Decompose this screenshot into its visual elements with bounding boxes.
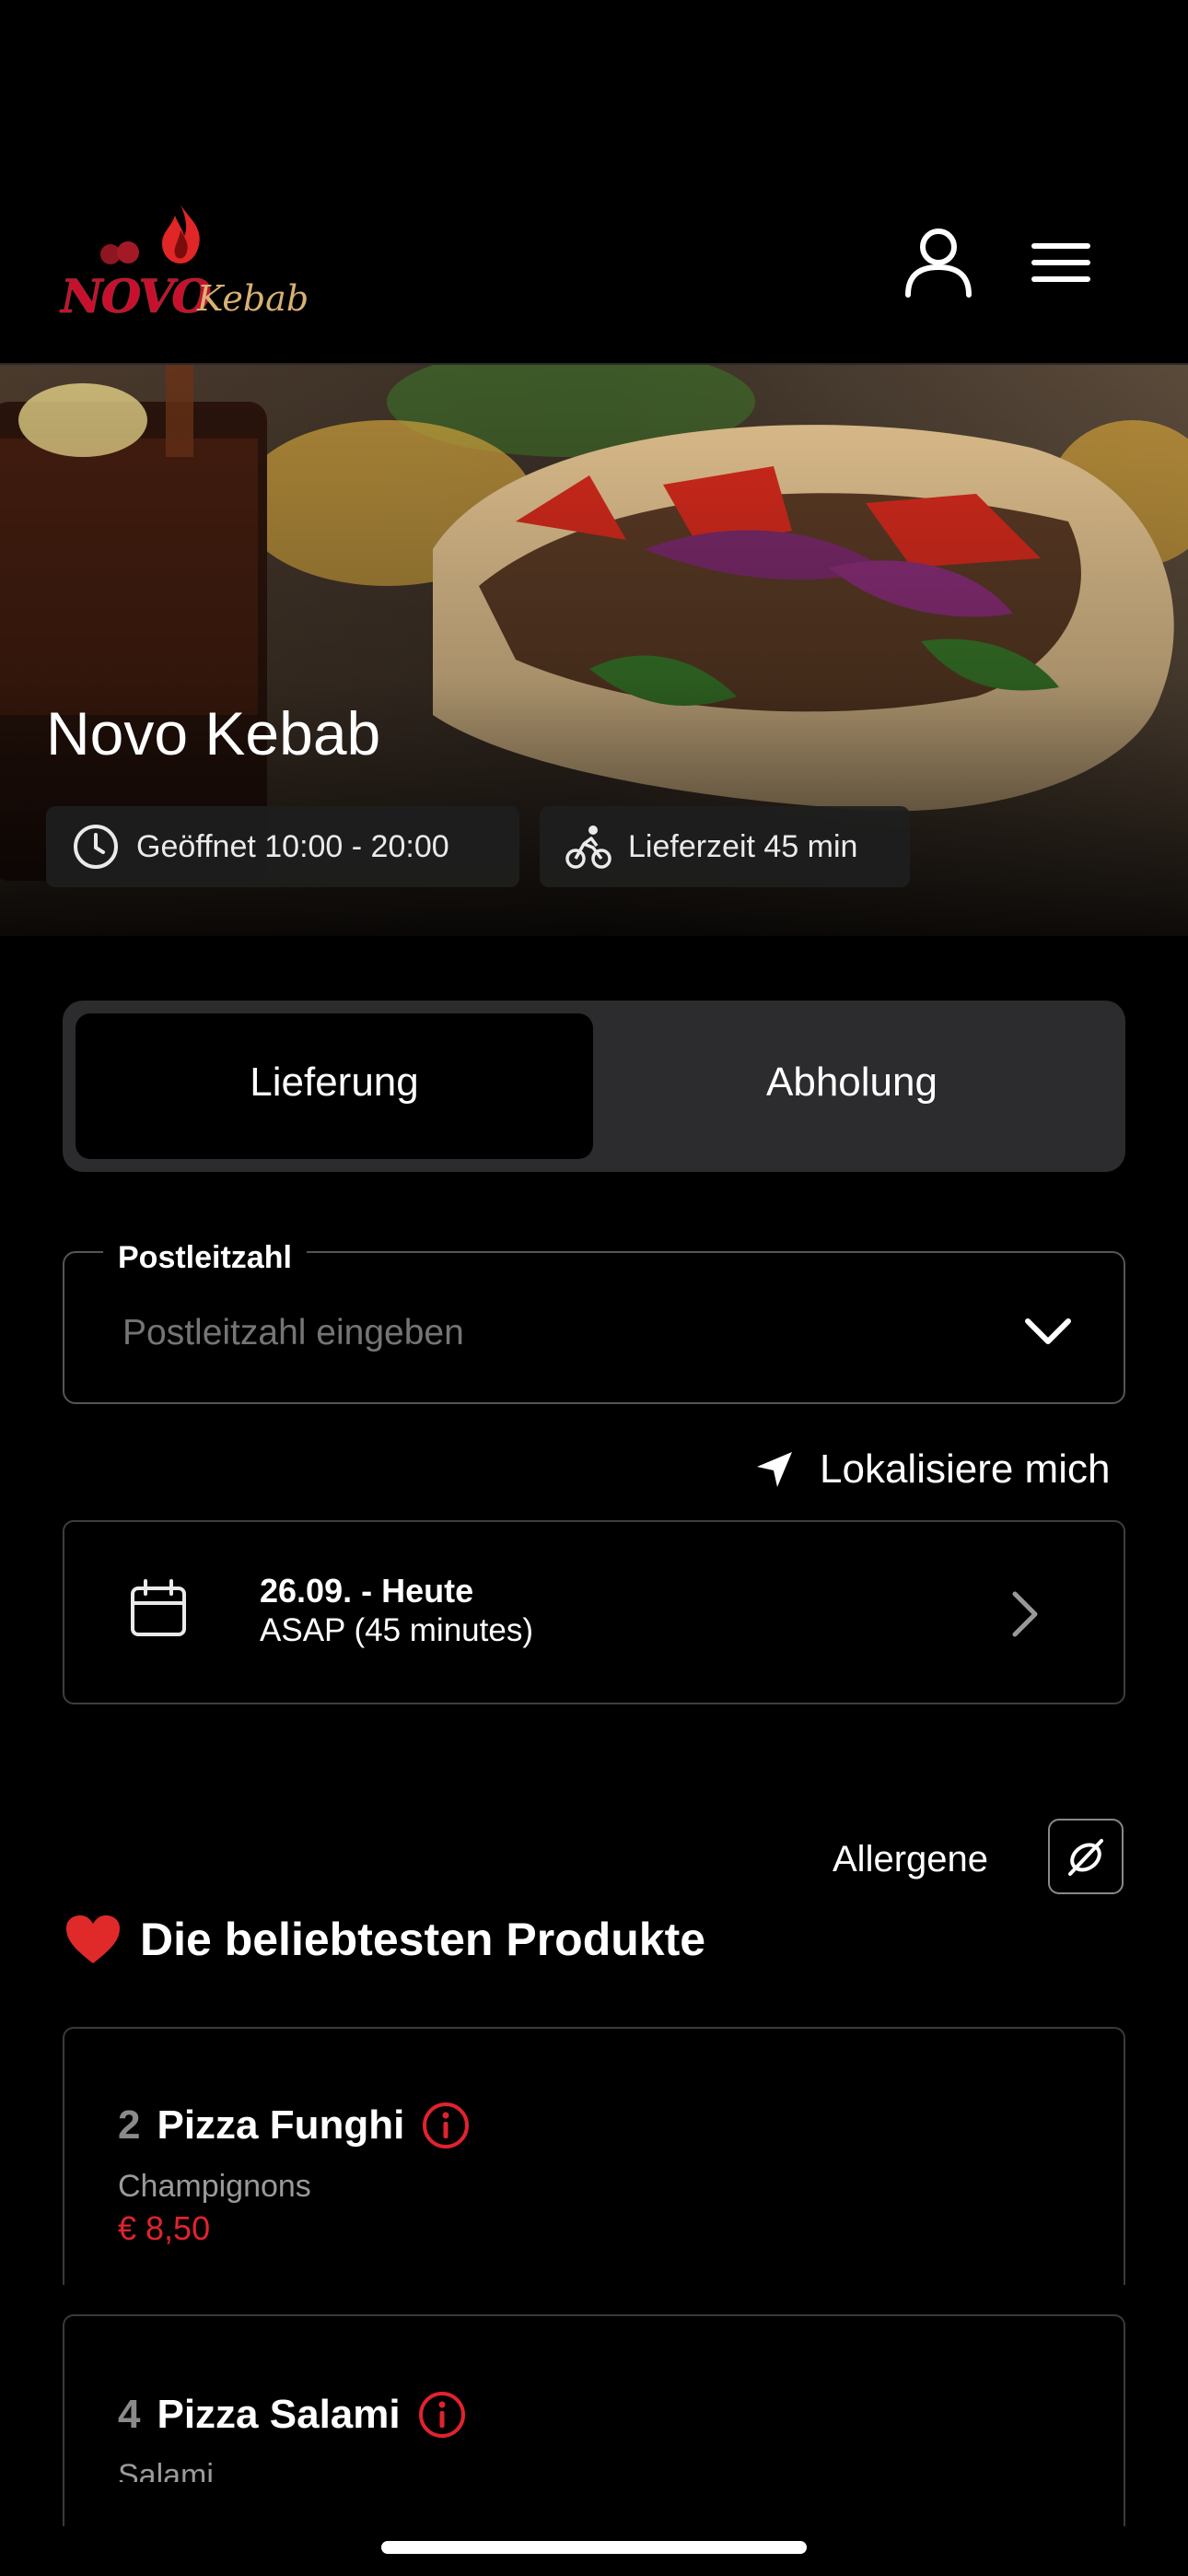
allergen-icon (1068, 1839, 1103, 1876)
user-icon[interactable] (903, 227, 974, 299)
product-description-clip: Salami (63, 2458, 1125, 2482)
product-name: Pizza Salami (157, 2392, 401, 2437)
opening-hours-text: Geöffnet 10:00 - 20:00 (136, 828, 449, 864)
info-icon[interactable] (417, 2390, 467, 2440)
tab-pickup[interactable]: Abholung (593, 1060, 1111, 1106)
delivery-time-text: Lieferzeit 45 min (628, 828, 858, 864)
heart-icon (66, 1915, 120, 1963)
restaurant-name: Novo Kebab (46, 699, 381, 767)
locate-me-label: Lokalisiere mich (820, 1446, 1111, 1492)
info-icon[interactable] (421, 2101, 471, 2150)
calendar-icon (131, 1579, 186, 1636)
location-arrow-icon (757, 1452, 792, 1487)
schedule-date: 26.09. - Heute (260, 1572, 474, 1610)
logo-word-script: Kebab (197, 278, 309, 319)
allergens-label[interactable]: Allergene (833, 1839, 988, 1880)
popular-products-title: Die beliebtesten Produkte (140, 1914, 706, 1965)
brand-logo[interactable]: NOVO Kebab (61, 203, 309, 323)
delivery-schedule-selector[interactable] (63, 1520, 1125, 1704)
popular-products-heading: Die beliebtesten Produkte (64, 1913, 705, 1966)
product-title-row: 2 Pizza Funghi (118, 2101, 471, 2150)
allergens-button[interactable] (1048, 1819, 1124, 1894)
postcode-input[interactable] (122, 1313, 951, 1353)
opening-hours-chip: Geöffnet 10:00 - 20:00 (46, 806, 519, 887)
tab-delivery-label[interactable]: Lieferung (76, 1060, 593, 1106)
menu-icon[interactable] (1031, 241, 1090, 284)
delivery-time-chip: Lieferzeit 45 min (540, 806, 910, 887)
flame-icon (162, 205, 200, 263)
home-indicator (381, 2541, 807, 2554)
locate-me-button[interactable]: Lokalisiere mich (755, 1446, 1110, 1493)
product-card[interactable] (63, 2027, 1125, 2285)
product-number: 2 (118, 2102, 141, 2148)
postcode-label: Postleitzahl (103, 1240, 307, 1276)
product-description: Champignons (118, 2169, 311, 2204)
clock-icon (74, 825, 118, 869)
chevron-right-icon (1012, 1591, 1038, 1637)
chevron-down-icon[interactable] (1022, 1312, 1074, 1349)
product-description: Salami (118, 2458, 214, 2482)
logo-word-main: NOVO (61, 269, 212, 323)
product-name: Pizza Funghi (157, 2102, 405, 2148)
pomegranate-icon (100, 241, 139, 264)
schedule-time: ASAP (45 minutes) (260, 1612, 533, 1648)
product-title-row: 4 Pizza Salami (118, 2390, 467, 2440)
product-price: € 8,50 (118, 2209, 211, 2247)
bike-icon (565, 825, 611, 869)
product-number: 4 (118, 2392, 141, 2437)
